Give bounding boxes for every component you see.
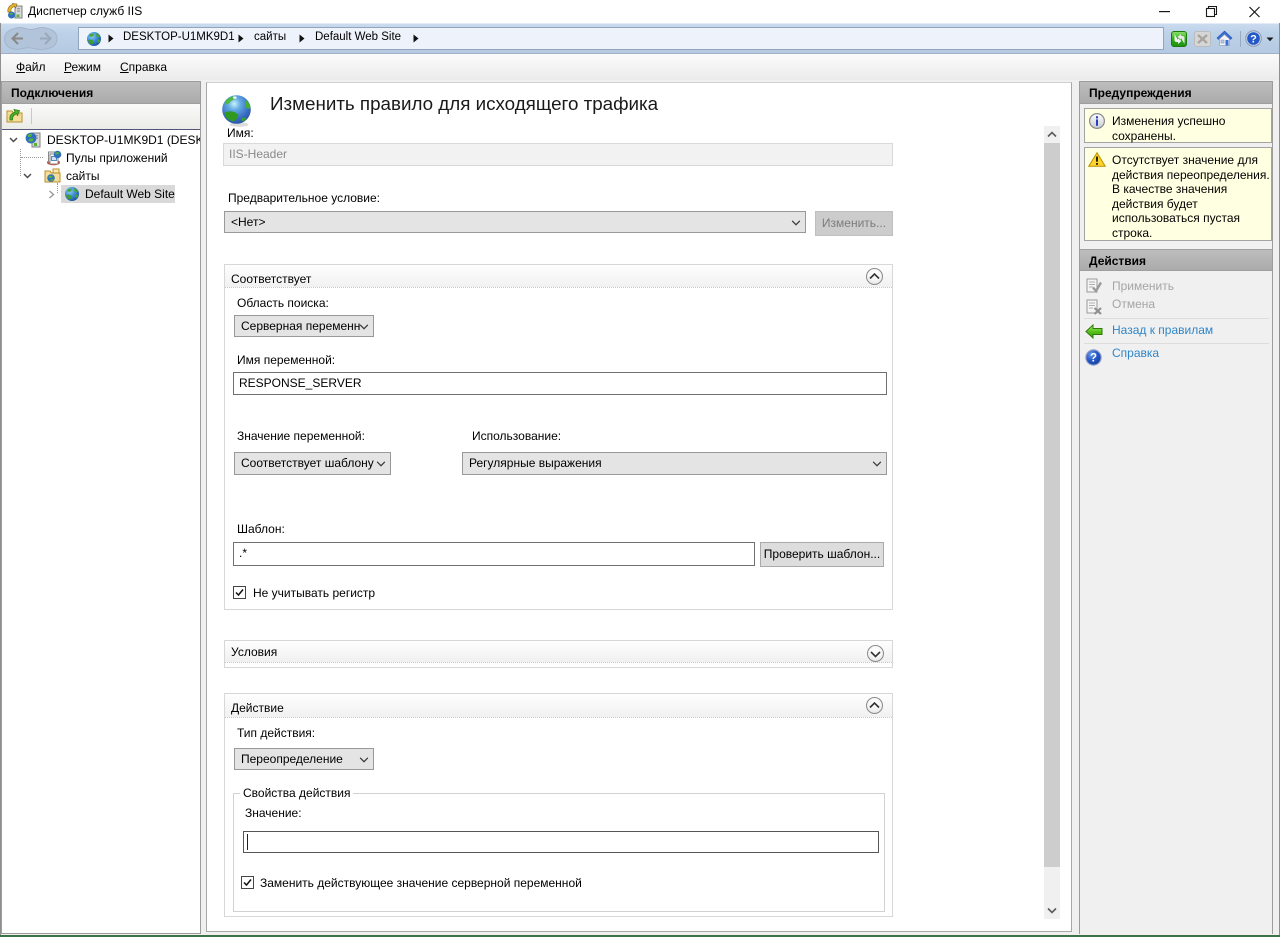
svg-text:?: ? (1250, 34, 1257, 46)
svg-text:?: ? (1090, 353, 1097, 365)
